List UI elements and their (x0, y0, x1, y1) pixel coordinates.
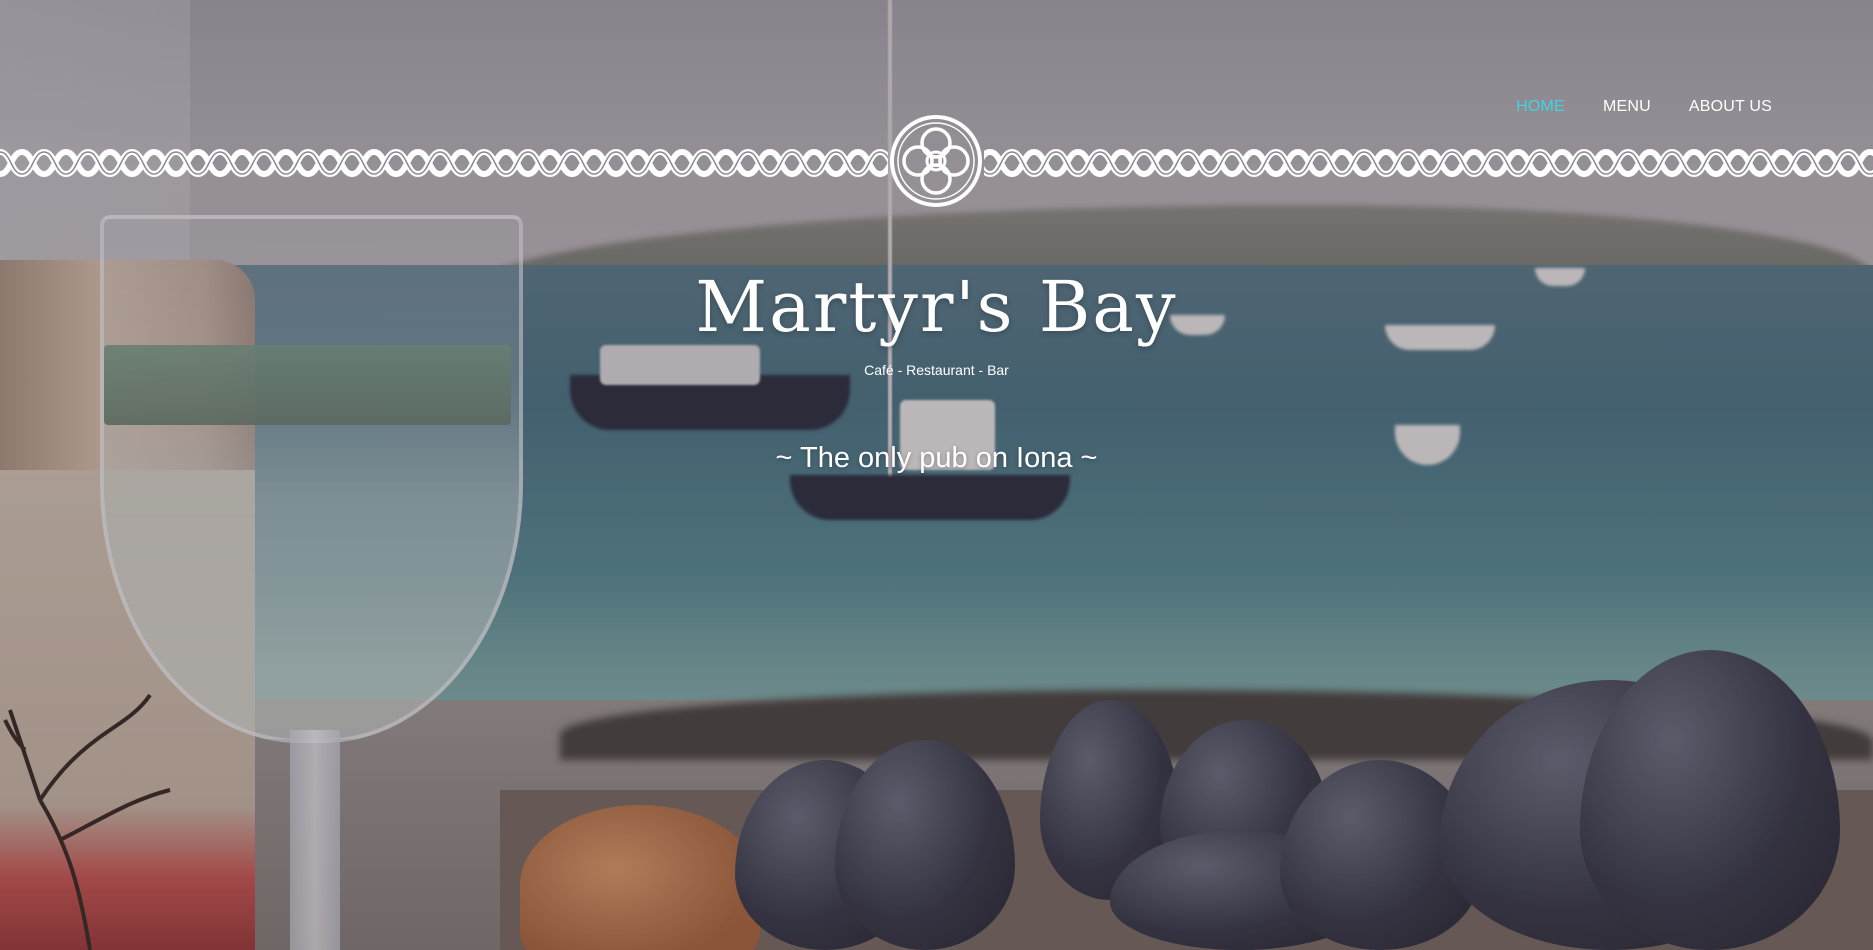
nav-menu-link[interactable]: MENU (1603, 98, 1651, 116)
site-title: Martyr's Bay (695, 266, 1178, 348)
main-nav: HOME MENU ABOUT US (1516, 98, 1772, 116)
site-subtitle: Café - Restaurant - Bar (864, 362, 1009, 378)
site-tagline: ~ The only pub on Iona ~ (775, 442, 1098, 474)
nav-about-us-link[interactable]: ABOUT US (1689, 98, 1772, 116)
nav-home-link[interactable]: HOME (1516, 98, 1565, 116)
hero-section: HOME MENU ABOUT US Martyr's Bay Café - R… (0, 0, 1873, 950)
celtic-knot-emblem-icon (890, 115, 982, 207)
